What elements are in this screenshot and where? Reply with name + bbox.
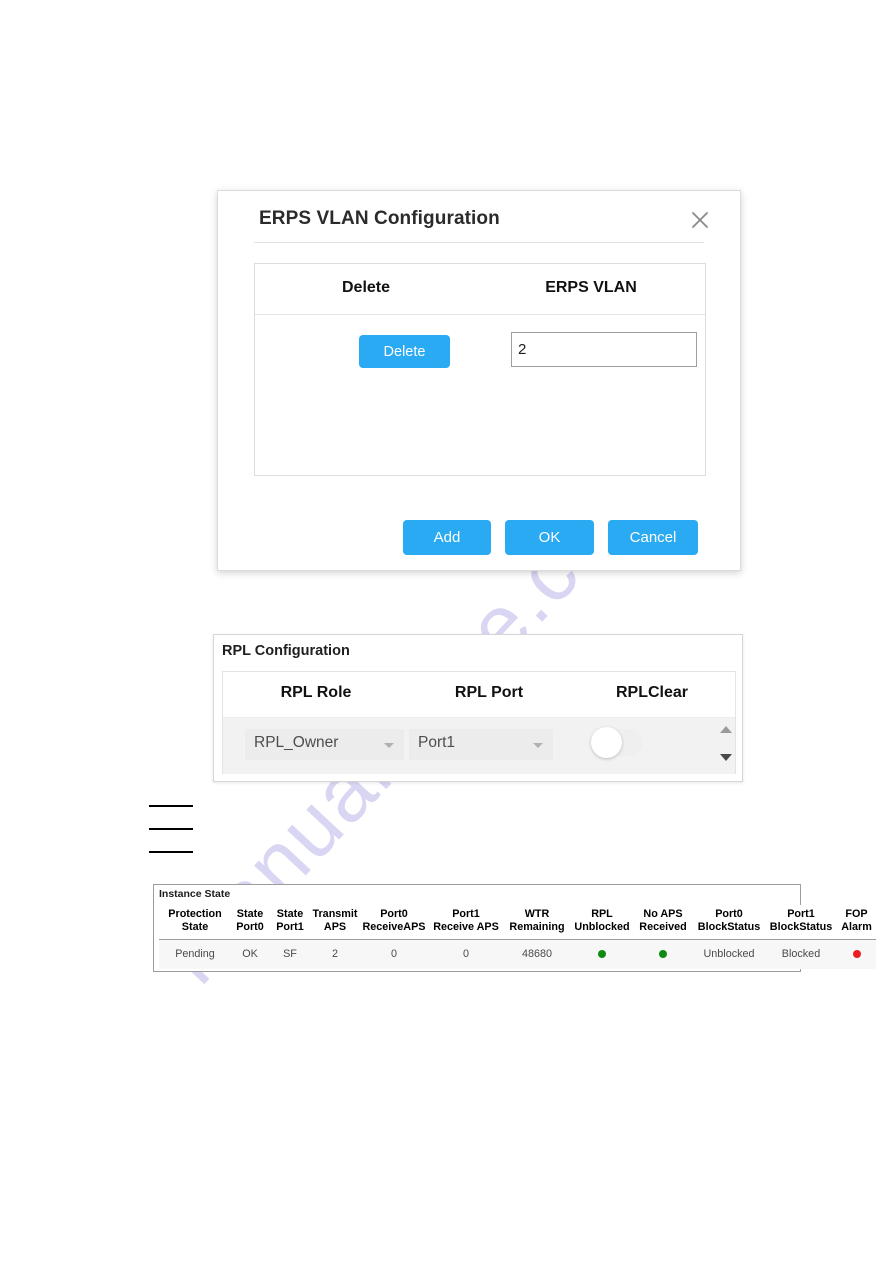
erps-vlan-input[interactable] xyxy=(511,332,697,367)
rpl-configuration-panel: RPL Configuration RPL Role RPL Port RPLC… xyxy=(213,634,743,782)
rpl-role-value: RPL_Owner xyxy=(254,734,339,751)
erps-vlan-configuration-dialog: ERPS VLAN Configuration Delete ERPS VLAN… xyxy=(217,190,741,571)
column-header-state-port0: State Port0 xyxy=(231,905,269,940)
chevron-down-icon xyxy=(533,743,543,748)
delete-button[interactable]: Delete xyxy=(359,335,450,368)
cell-no-aps-received xyxy=(633,939,693,969)
cell-port0-blockstatus: Unblocked xyxy=(693,939,765,969)
column-header-no-aps-received: No APS Received xyxy=(633,905,693,940)
redaction-line xyxy=(149,851,193,853)
toggle-knob xyxy=(591,727,622,758)
rpl-configuration-table: RPL Role RPL Port RPLClear RPL_Owner Por… xyxy=(222,671,736,774)
instance-state-panel: Instance State Protection State State Po… xyxy=(153,884,876,972)
column-header-rpl-port: RPL Port xyxy=(454,684,524,701)
column-header-port1-receive-aps: Port1 Receive APS xyxy=(429,905,503,940)
column-header-port1-blockstatus: Port1 BlockStatus xyxy=(765,905,837,940)
table-header-row: Protection State State Port0 State Port1… xyxy=(159,905,876,940)
table-header-row: RPL Role RPL Port RPLClear xyxy=(223,672,735,718)
column-header-fop-alarm: FOP Alarm xyxy=(837,905,876,940)
vertical-scrollbar[interactable] xyxy=(715,718,735,774)
panel-title: Instance State xyxy=(159,888,231,900)
column-header-state-port1: State Port1 xyxy=(269,905,311,940)
cell-port0-receive-aps: 0 xyxy=(359,939,429,969)
column-header-transmit-aps: Transmit APS xyxy=(311,905,359,940)
status-dot-green xyxy=(598,950,606,959)
column-header-wtr-remaining: WTR Remaining xyxy=(503,905,571,940)
table-header-row: Delete ERPS VLAN xyxy=(255,264,705,315)
dialog-title: ERPS VLAN Configuration xyxy=(259,208,500,229)
column-header-port0-receive-aps: Port0 ReceiveAPS xyxy=(359,905,429,940)
table-row: Pending OK SF 2 0 0 48680 Unblocked Bloc… xyxy=(159,939,876,969)
cell-rpl-unblocked xyxy=(571,939,633,969)
caret-down-icon[interactable] xyxy=(720,754,732,761)
redaction-line xyxy=(149,828,193,830)
column-header-port0-blockstatus: Port0 BlockStatus xyxy=(693,905,765,940)
ok-button[interactable]: OK xyxy=(505,520,594,555)
column-header-erps-vlan: ERPS VLAN xyxy=(545,279,637,296)
cell-protection-state: Pending xyxy=(159,939,231,969)
column-header-delete: Delete xyxy=(341,279,391,296)
cancel-button[interactable]: Cancel xyxy=(608,520,698,555)
cell-transmit-aps: 2 xyxy=(311,939,359,969)
rpl-clear-toggle[interactable] xyxy=(591,727,643,758)
cell-state-port0: OK xyxy=(231,939,269,969)
column-header-rpl-role: RPL Role xyxy=(280,684,352,701)
close-icon[interactable] xyxy=(687,207,713,233)
status-dot-green xyxy=(659,950,667,959)
rpl-role-select[interactable]: RPL_Owner xyxy=(245,729,404,760)
erps-vlan-table: Delete ERPS VLAN Delete xyxy=(254,263,706,476)
instance-state-table: Protection State State Port0 State Port1… xyxy=(159,905,876,969)
rpl-port-select[interactable]: Port1 xyxy=(409,729,553,760)
cell-state-port1: SF xyxy=(269,939,311,969)
redaction-line xyxy=(149,805,193,807)
chevron-down-icon xyxy=(384,743,394,748)
dialog-title-divider xyxy=(254,242,704,243)
column-header-protection-state: Protection State xyxy=(159,905,231,940)
caret-up-icon[interactable] xyxy=(720,726,732,733)
table-row: RPL_Owner Port1 xyxy=(223,718,735,774)
add-button[interactable]: Add xyxy=(403,520,491,555)
column-header-rpl-unblocked: RPL Unblocked xyxy=(571,905,633,940)
status-dot-red xyxy=(852,950,861,959)
cell-wtr-remaining: 48680 xyxy=(503,939,571,969)
panel-title: RPL Configuration xyxy=(222,643,350,659)
cell-port1-receive-aps: 0 xyxy=(429,939,503,969)
rpl-port-value: Port1 xyxy=(418,734,456,751)
cell-port1-blockstatus: Blocked xyxy=(765,939,837,969)
column-header-rpl-clear: RPLClear xyxy=(615,684,689,701)
cell-fop-alarm xyxy=(837,939,876,969)
